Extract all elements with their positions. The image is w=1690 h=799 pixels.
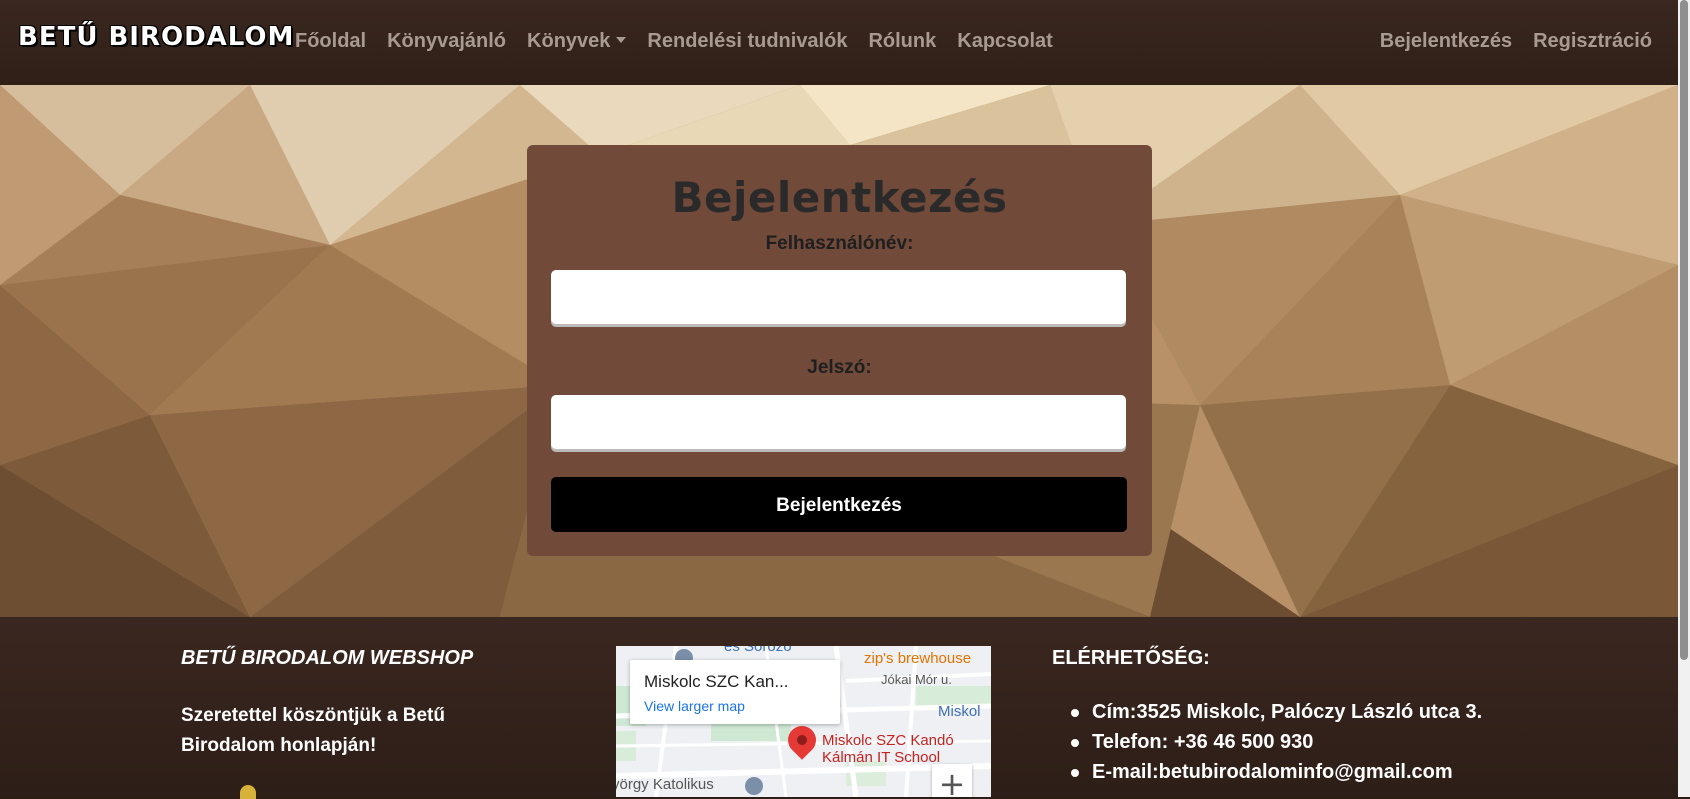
contact-address: Cím:3525 Miskolc, Palóczy László utca 3. [1070, 697, 1482, 727]
nav-about[interactable]: Rólunk [868, 30, 936, 53]
login-button[interactable]: Bejelentkezés [551, 477, 1127, 532]
map-marker-label-line1: Miskolc SZC Kandó [822, 732, 954, 749]
contact-list: Cím:3525 Miskolc, Palóczy László utca 3.… [1052, 697, 1482, 787]
map-marker-label: Miskolc SZC Kandó Kálmán IT School [822, 732, 954, 766]
footer-title: BETŰ BIRODALOM WEBSHOP [181, 647, 474, 669]
nav-login[interactable]: Bejelentkezés [1380, 30, 1512, 53]
map-label: és Söröző [724, 646, 792, 655]
username-input[interactable] [551, 270, 1126, 324]
nav-books-dropdown[interactable]: Könyvek [527, 30, 627, 53]
password-input[interactable] [551, 395, 1126, 449]
password-label: Jelszó: [807, 357, 872, 378]
brand-logo[interactable]: BETŰ BIRODALOM [18, 22, 294, 52]
login-title: Bejelentkezés [671, 173, 1008, 222]
nav-home[interactable]: Főoldal [295, 30, 366, 53]
contact-title: ELÉRHETŐSÉG: [1052, 647, 1210, 669]
scrollbar[interactable] [1678, 0, 1690, 797]
contact-phone: Telefon: +36 46 500 930 [1070, 727, 1482, 757]
view-larger-map-link[interactable]: View larger map [644, 698, 745, 714]
scrollbar-thumb[interactable] [1680, 0, 1688, 660]
zoom-in-button[interactable]: + [932, 764, 972, 797]
map-label: Miskol [938, 703, 981, 720]
contact-email: E-mail:betubirodalominfo@gmail.com [1070, 757, 1482, 787]
login-card: Bejelentkezés Felhasználónév: Jelszó: Be… [527, 145, 1152, 556]
footer: BETŰ BIRODALOM WEBSHOP Szeretettel köszö… [0, 617, 1678, 799]
nav-ordering-info[interactable]: Rendelési tudnivalók [647, 30, 847, 53]
chevron-down-icon [616, 36, 627, 43]
map-place-name: Miskolc SZC Kan... [644, 672, 789, 691]
map-label: zip's brewhouse [864, 650, 972, 667]
top-navbar: BETŰ BIRODALOM Főoldal Könyvajánló Könyv… [0, 0, 1678, 85]
auth-nav: Bejelentkezés Regisztráció [1359, 30, 1652, 53]
nav-contact[interactable]: Kapcsolat [957, 30, 1053, 53]
username-label: Felhasználónév: [765, 233, 914, 254]
nav-register[interactable]: Regisztráció [1533, 30, 1652, 53]
nav-book-recommendations[interactable]: Könyvajánló [387, 30, 506, 53]
hero-background: Bejelentkezés Felhasználónév: Jelszó: Be… [0, 85, 1678, 617]
footer-welcome-text: Szeretettel köszöntjük a Betű Birodalom … [181, 705, 445, 756]
nav-books-label: Könyvek [527, 30, 611, 52]
main-nav: Főoldal Könyvajánló Könyvek Rendelési tu… [295, 30, 1074, 53]
embedded-map[interactable]: és Söröző zip's brewhouse Jókai Mór u. M… [616, 646, 991, 797]
map-label: Jókai Mór u. [881, 672, 952, 687]
map-label: yörgy Katolikus [616, 776, 714, 793]
map-info-card: Miskolc SZC Kan... View larger map [630, 660, 840, 724]
